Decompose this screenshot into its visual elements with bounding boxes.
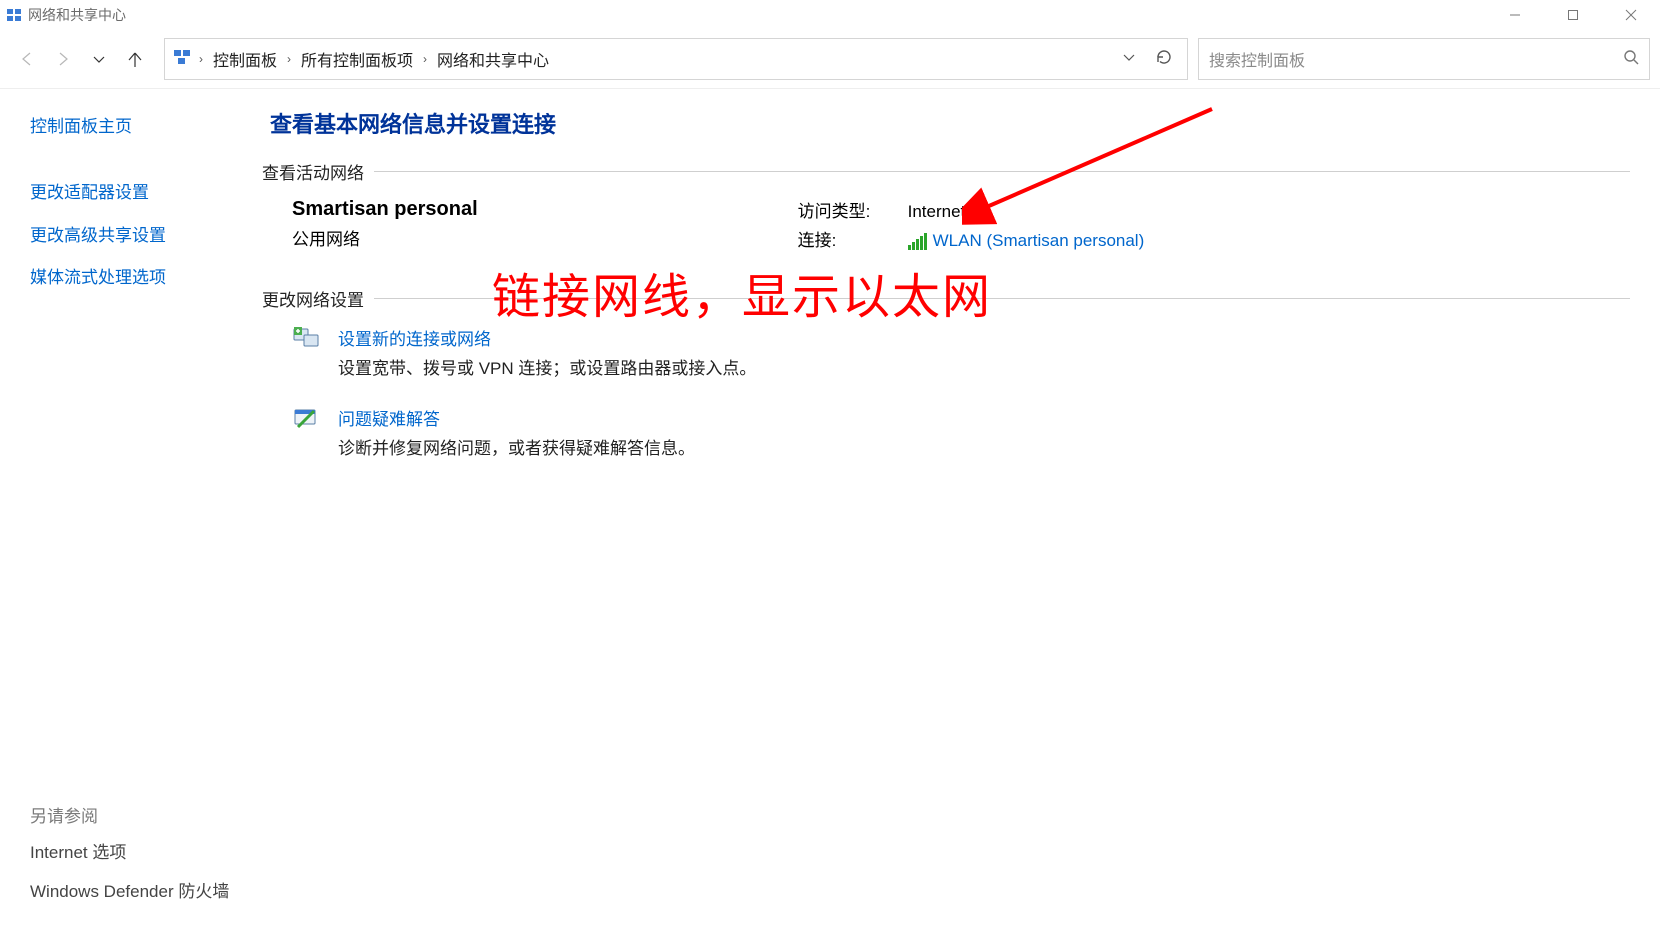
sidebar-item-home[interactable]: 控制面板主页 (30, 111, 262, 143)
chevron-right-icon: › (285, 52, 293, 66)
settings-item-troubleshoot: 问题疑难解答 诊断并修复网络问题，或者获得疑难解答信息。 (292, 405, 1630, 459)
signal-icon (908, 233, 927, 250)
up-button[interactable] (124, 48, 146, 70)
section-label: 更改网络设置 (262, 286, 364, 311)
recent-dropdown[interactable] (88, 48, 110, 70)
back-button[interactable] (16, 48, 38, 70)
address-icon (173, 48, 191, 71)
navigation-arrows (8, 48, 154, 70)
section-change-settings: 更改网络设置 (262, 286, 1630, 311)
main-content: 查看基本网络信息并设置连接 查看活动网络 Smartisan personal … (262, 89, 1660, 929)
minimize-button[interactable] (1486, 0, 1544, 30)
breadcrumb-item[interactable]: 网络和共享中心 (433, 45, 553, 73)
see-also-internet-options[interactable]: Internet 选项 (30, 837, 262, 869)
connection-label: 连接: (798, 227, 878, 256)
settings-item-title[interactable]: 问题疑难解答 (338, 405, 695, 430)
chevron-right-icon: › (197, 52, 205, 66)
sidebar: 控制面板主页 更改适配器设置 更改高级共享设置 媒体流式处理选项 另请参阅 In… (0, 89, 262, 929)
see-also-section: 另请参阅 Internet 选项 Windows Defender 防火墙 (30, 802, 262, 929)
settings-item-title[interactable]: 设置新的连接或网络 (338, 325, 756, 350)
settings-item-desc: 诊断并修复网络问题，或者获得疑难解答信息。 (338, 434, 695, 459)
see-also-header: 另请参阅 (30, 802, 262, 827)
breadcrumb-item[interactable]: 控制面板 (209, 45, 281, 73)
network-name: Smartisan personal (292, 198, 478, 221)
app-icon (6, 7, 22, 23)
chevron-right-icon: › (421, 52, 429, 66)
breadcrumb: › 控制面板 › 所有控制面板项 › 网络和共享中心 (197, 45, 1115, 73)
section-active-networks: 查看活动网络 (262, 159, 1630, 184)
troubleshoot-icon (292, 405, 320, 433)
connection-value: WLAN (Smartisan personal) (933, 227, 1145, 256)
window-title-bar: 网络和共享中心 (0, 0, 1660, 30)
breadcrumb-item[interactable]: 所有控制面板项 (297, 45, 417, 73)
active-network-block: Smartisan personal 公用网络 访问类型: Internet 连… (292, 198, 1630, 256)
see-also-defender-firewall[interactable]: Windows Defender 防火墙 (30, 876, 262, 908)
new-connection-icon (292, 325, 320, 353)
address-bar[interactable]: › 控制面板 › 所有控制面板项 › 网络和共享中心 (164, 38, 1188, 80)
search-placeholder: 搜索控制面板 (1209, 47, 1615, 71)
settings-item-new-connection: 设置新的连接或网络 设置宽带、拨号或 VPN 连接；或设置路由器或接入点。 (292, 325, 1630, 379)
search-input[interactable]: 搜索控制面板 (1198, 38, 1650, 80)
access-type-value: Internet (908, 198, 966, 227)
window-title: 网络和共享中心 (28, 5, 126, 25)
address-dropdown-icon[interactable] (1121, 49, 1137, 70)
connection-link[interactable]: WLAN (Smartisan personal) (908, 227, 1145, 256)
access-type-label: 访问类型: (798, 198, 878, 227)
page-title: 查看基本网络信息并设置连接 (270, 107, 1630, 139)
close-button[interactable] (1602, 0, 1660, 30)
divider (374, 171, 1630, 172)
network-type: 公用网络 (292, 225, 478, 250)
sidebar-item-sharing[interactable]: 更改高级共享设置 (30, 220, 262, 252)
window-controls (1486, 0, 1660, 30)
search-icon (1623, 49, 1639, 70)
sidebar-item-adapter[interactable]: 更改适配器设置 (30, 177, 262, 209)
sidebar-item-media[interactable]: 媒体流式处理选项 (30, 262, 262, 294)
forward-button[interactable] (52, 48, 74, 70)
divider (374, 298, 1630, 299)
section-label: 查看活动网络 (262, 159, 364, 184)
maximize-button[interactable] (1544, 0, 1602, 30)
refresh-icon[interactable] (1155, 48, 1173, 71)
settings-item-desc: 设置宽带、拨号或 VPN 连接；或设置路由器或接入点。 (338, 354, 756, 379)
toolbar: › 控制面板 › 所有控制面板项 › 网络和共享中心 搜索控制面板 (0, 30, 1660, 89)
